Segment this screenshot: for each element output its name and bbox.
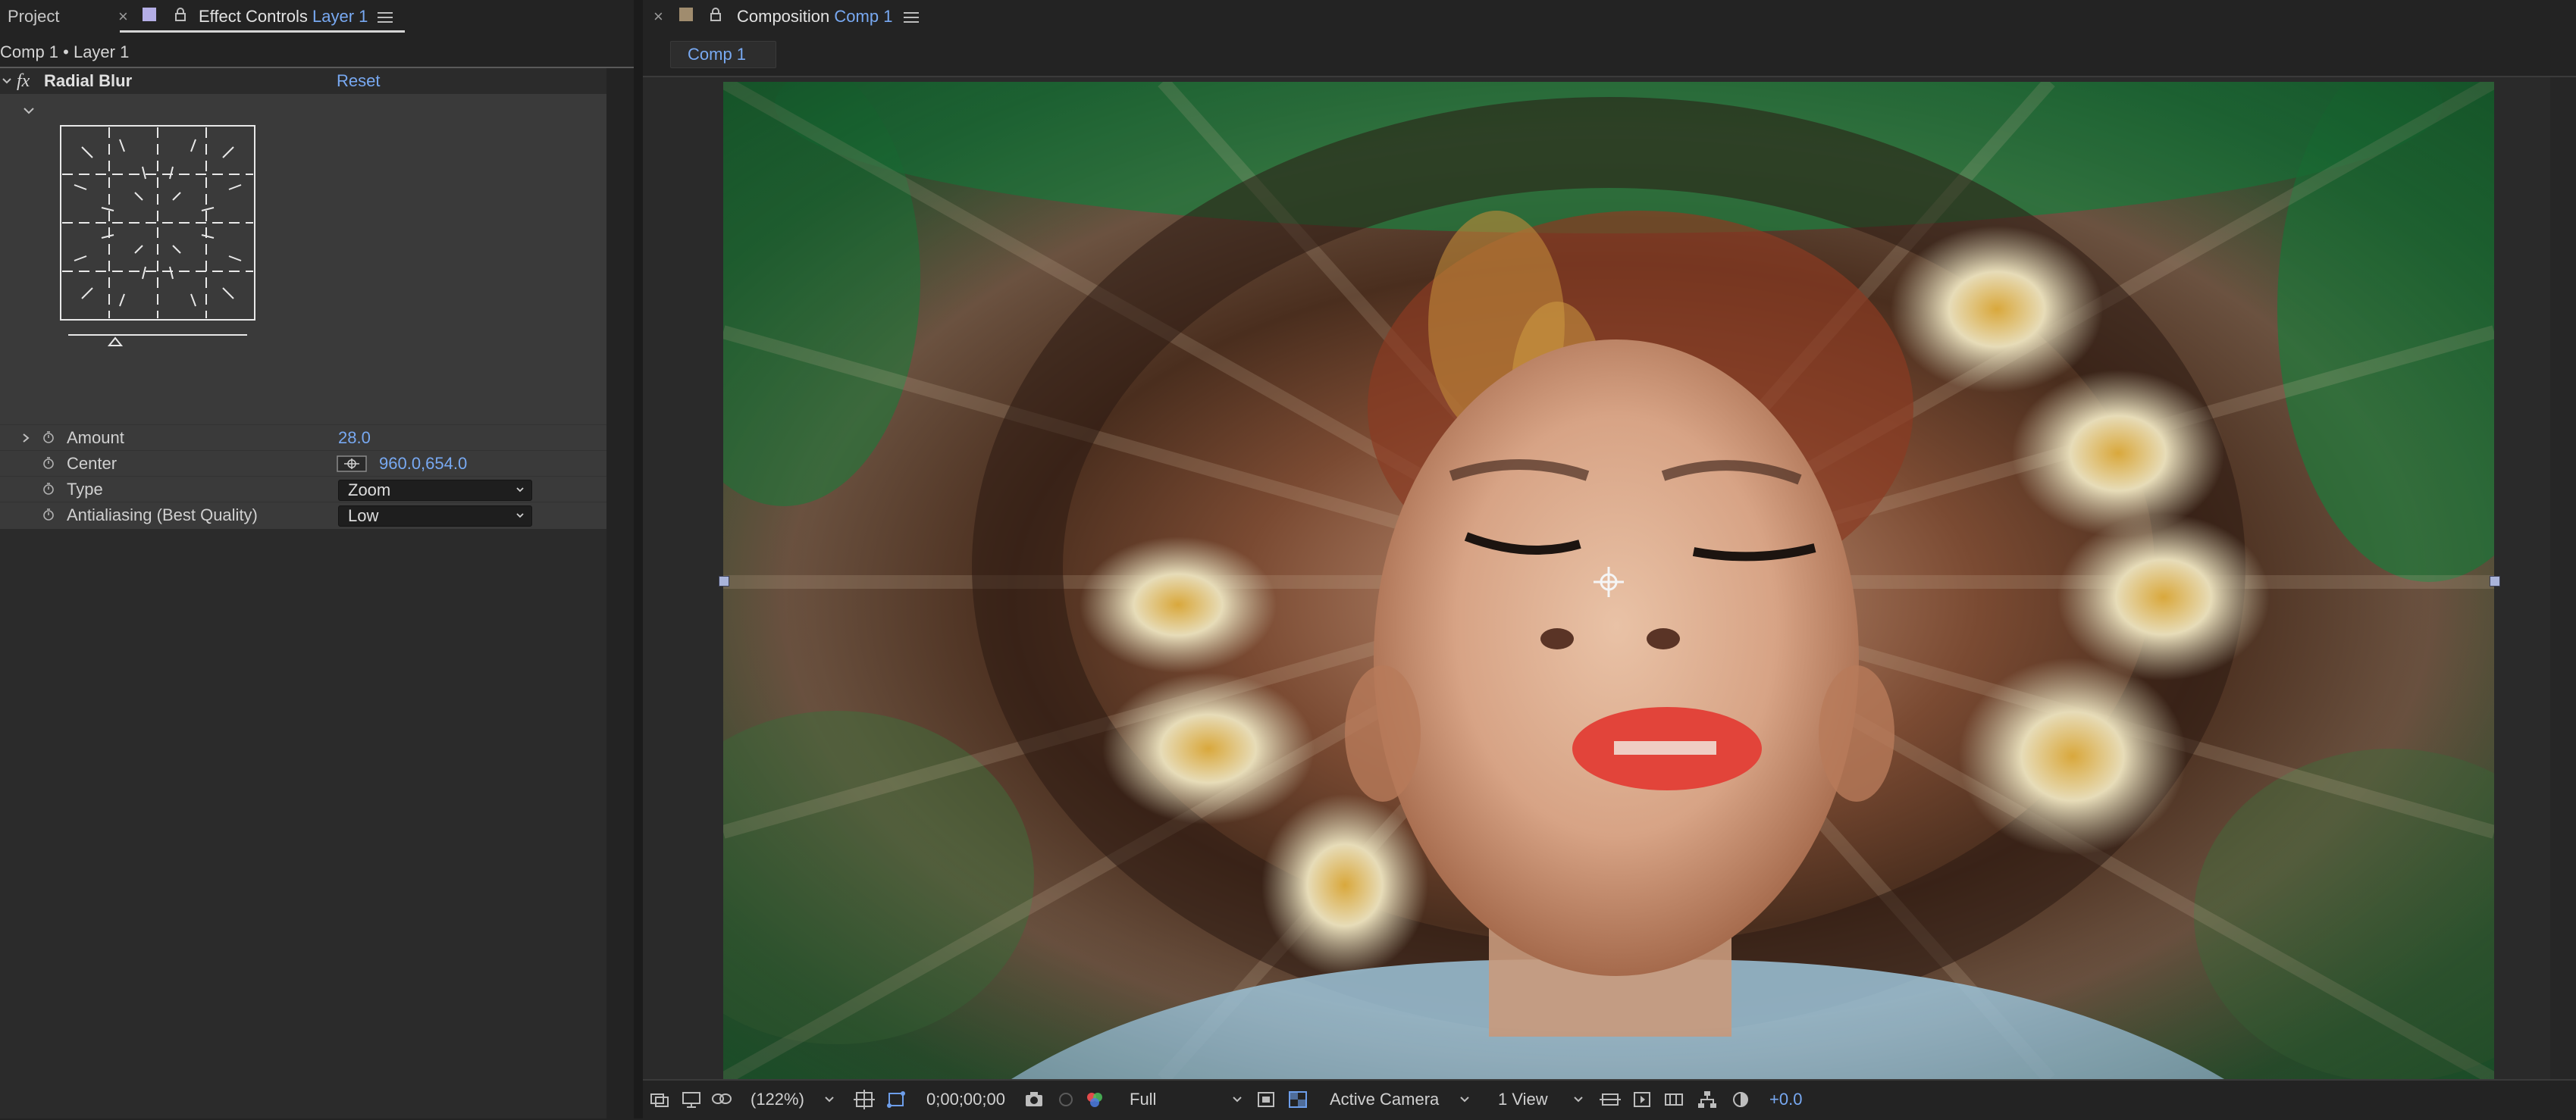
layer-color-swatch — [143, 8, 156, 21]
property-row-center: Center 960.0,654.0 — [0, 450, 606, 477]
tab-project[interactable]: Project — [8, 5, 59, 29]
scrollbar[interactable] — [2550, 77, 2576, 1079]
comp-viewer-tab[interactable]: Comp 1 — [670, 41, 776, 68]
composition-frame[interactable] — [723, 82, 2494, 1079]
panel-menu-icon[interactable] — [904, 12, 919, 23]
layer-handle-left[interactable] — [719, 576, 729, 587]
amount-value[interactable]: 28.0 — [338, 425, 371, 451]
chevron-down-icon[interactable] — [1574, 1096, 1583, 1103]
stopwatch-icon[interactable] — [42, 483, 55, 495]
close-icon[interactable]: × — [653, 5, 663, 29]
show-snapshot-icon[interactable] — [1055, 1090, 1076, 1109]
amount-label: Amount — [67, 428, 124, 447]
radial-blur-preview[interactable] — [59, 124, 259, 352]
viewer-toolbar: (122%) 0;00;00;00 Full Active Camera 1 V… — [643, 1079, 2576, 1120]
composition-panel: × Composition Comp 1 Comp 1 (122%) 0;00;… — [643, 0, 2576, 1120]
effect-area: fx Radial Blur Reset Amount 28.0 Center … — [0, 68, 606, 1118]
stopwatch-icon[interactable] — [42, 508, 55, 521]
crosshair-icon[interactable] — [337, 455, 367, 472]
viewer-tabs: Comp 1 — [643, 33, 2576, 73]
exposure-value[interactable]: +0.0 — [1769, 1088, 1802, 1111]
lock-icon[interactable] — [710, 8, 722, 21]
type-label: Type — [67, 480, 103, 499]
tab-composition-comp: Comp 1 — [834, 7, 893, 26]
region-icon[interactable] — [1255, 1090, 1277, 1109]
composition-viewer[interactable] — [643, 77, 2576, 1079]
zoom-level[interactable]: (122%) — [751, 1088, 804, 1111]
reset-link[interactable]: Reset — [337, 68, 380, 94]
always-preview-icon[interactable] — [649, 1090, 670, 1109]
timecode[interactable]: 0;00;00;00 — [926, 1088, 1005, 1111]
chevron-down-icon[interactable] — [825, 1096, 834, 1103]
tab-effect-controls-layer: Layer 1 — [312, 7, 368, 26]
transparency-grid-icon[interactable] — [1287, 1090, 1308, 1109]
antialiasing-dropdown-value: Low — [348, 506, 379, 525]
resolution-dropdown[interactable]: Full — [1130, 1088, 1156, 1111]
effect-body: Amount 28.0 Center 960.0,654.0 Type Zoom… — [0, 94, 606, 529]
chevron-down-icon — [516, 513, 524, 518]
fast-previews-icon[interactable] — [1631, 1090, 1653, 1109]
tab-effect-controls[interactable]: Effect Controls Layer 1 — [199, 5, 368, 29]
panel-menu-icon[interactable] — [378, 12, 393, 23]
region-of-interest-icon[interactable] — [885, 1090, 907, 1109]
twirl-down-icon[interactable] — [23, 106, 35, 115]
monitor-icon[interactable] — [681, 1090, 702, 1109]
chevron-down-icon — [516, 487, 524, 493]
effect-controls-panel: Project × Effect Controls Layer 1 Comp 1… — [0, 0, 634, 1118]
reset-exposure-icon[interactable] — [1730, 1090, 1751, 1109]
center-label: Center — [67, 454, 118, 473]
antialiasing-label: Antialiasing (Best Quality) — [67, 505, 258, 524]
panel-divider[interactable] — [634, 0, 643, 1118]
mask-icon[interactable] — [711, 1090, 732, 1109]
camera-icon[interactable] — [1023, 1090, 1045, 1109]
composition-tabbar: × Composition Comp 1 — [643, 0, 2576, 33]
flowchart-icon[interactable] — [1697, 1090, 1718, 1109]
type-dropdown-value: Zoom — [348, 480, 391, 499]
radial-blur-image — [723, 82, 2494, 1079]
pixel-aspect-icon[interactable] — [1600, 1090, 1621, 1109]
property-row-type: Type Zoom — [0, 476, 606, 502]
tab-composition-label: Composition — [737, 7, 830, 26]
comp-viewer-tab-label: Comp 1 — [688, 45, 747, 64]
fit-icon[interactable] — [854, 1090, 875, 1109]
camera-view-dropdown[interactable]: Active Camera — [1330, 1088, 1439, 1111]
effect-name[interactable]: Radial Blur — [44, 68, 132, 94]
property-row-antialiasing: Antialiasing (Best Quality) Low — [0, 502, 606, 528]
antialiasing-dropdown[interactable]: Low — [338, 505, 532, 527]
tab-composition[interactable]: Composition Comp 1 — [737, 5, 892, 29]
color-channels-icon[interactable] — [1084, 1090, 1105, 1109]
timeline-icon[interactable] — [1663, 1090, 1684, 1109]
effect-header: fx Radial Blur Reset — [0, 68, 606, 94]
lock-icon[interactable] — [174, 8, 186, 21]
twirl-right-icon[interactable] — [21, 433, 30, 443]
close-icon[interactable]: × — [118, 5, 128, 29]
type-dropdown[interactable]: Zoom — [338, 480, 532, 501]
fx-icon[interactable]: fx — [17, 68, 30, 94]
left-panel-tabbar: Project × Effect Controls Layer 1 — [0, 0, 634, 33]
twirl-down-icon[interactable] — [2, 76, 12, 86]
center-value[interactable]: 960.0,654.0 — [379, 451, 467, 477]
comp-color-swatch — [679, 8, 693, 21]
view-layout-dropdown[interactable]: 1 View — [1498, 1088, 1548, 1111]
scrollbar[interactable] — [606, 68, 634, 1118]
breadcrumb: Comp 1 • Layer 1 — [0, 42, 130, 61]
chevron-down-icon[interactable] — [1460, 1096, 1469, 1103]
property-row-amount: Amount 28.0 — [0, 424, 606, 451]
chevron-down-icon[interactable] — [1233, 1096, 1242, 1103]
stopwatch-icon[interactable] — [42, 457, 55, 469]
tab-effect-controls-label: Effect Controls — [199, 7, 308, 26]
stopwatch-icon[interactable] — [42, 431, 55, 443]
active-tab-underline — [120, 30, 405, 33]
layer-handle-right[interactable] — [2490, 576, 2500, 587]
